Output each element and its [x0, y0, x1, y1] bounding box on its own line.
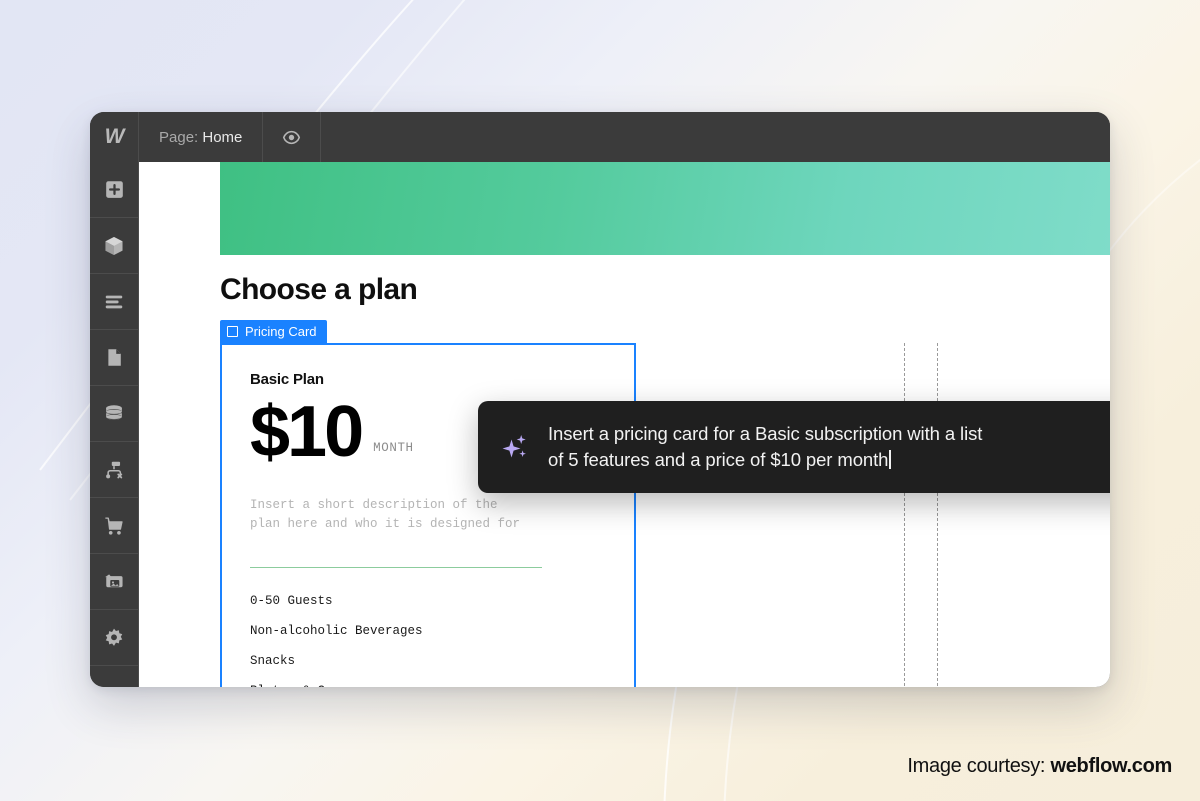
sidebar-item-cms[interactable]: [90, 386, 138, 442]
designer-topbar: W Page: Home: [90, 112, 1110, 162]
layout-guide-3: [937, 343, 938, 687]
eye-icon: [283, 130, 301, 144]
list-item: 0-50 Guests: [250, 594, 333, 609]
sidebar-item-add-elements[interactable]: [90, 162, 138, 218]
page-icon: [107, 349, 121, 366]
ai-prompt-line-1: Insert a pricing card for a Basic subscr…: [548, 422, 983, 444]
page-selector-button[interactable]: Page: Home: [139, 112, 264, 162]
sparkle-icon: [498, 430, 532, 464]
text-cursor: [889, 450, 891, 469]
gear-icon: [105, 628, 123, 646]
plan-period: MONTH: [373, 441, 414, 456]
attribution-prefix: Image courtesy:: [907, 755, 1046, 777]
cube-icon: [105, 236, 123, 255]
webflow-designer-window: W Page: Home Choose a plan Pricing Card …: [90, 112, 1110, 687]
image-stack-icon: [104, 574, 123, 588]
attribution: Image courtesy: webflow.com: [907, 755, 1172, 778]
sidebar-item-navigator[interactable]: [90, 274, 138, 330]
plan-name: Basic Plan: [250, 371, 324, 388]
page-label-prefix: Page:: [159, 128, 199, 146]
selection-badge-label: Pricing Card: [245, 324, 317, 339]
page-label: Page: Home: [159, 129, 242, 146]
list-item: Non-alcoholic Beverages: [250, 624, 423, 639]
sidebar-item-logic[interactable]: [90, 442, 138, 498]
ai-prompt-text: Insert a pricing card for a Basic subscr…: [548, 421, 982, 474]
preview-toggle-button[interactable]: [263, 112, 322, 162]
plan-price: $10: [250, 392, 364, 472]
plus-square-icon: [105, 181, 123, 198]
webflow-logo-button[interactable]: W: [90, 112, 139, 162]
sidebar-item-settings[interactable]: [90, 610, 138, 666]
designer-sidebar: [90, 162, 139, 687]
layers-icon: [105, 295, 123, 308]
flow-node-icon: [106, 461, 123, 478]
list-item: Plates & Cups: [250, 684, 606, 687]
card-divider: [250, 566, 542, 569]
layout-guide-2: [904, 343, 905, 687]
sidebar-item-components[interactable]: [90, 218, 138, 274]
sidebar-item-pages[interactable]: [90, 330, 138, 386]
attribution-source: webflow.com: [1050, 755, 1172, 777]
list-item: Snacks: [250, 654, 296, 669]
selection-badge-pricing-card[interactable]: Pricing Card: [220, 320, 327, 343]
pricing-card[interactable]: Basic Plan $10 MONTH Insert a short desc…: [220, 343, 636, 687]
sidebar-item-ecommerce[interactable]: [90, 498, 138, 554]
square-outline-icon: [227, 326, 238, 337]
feature-list: 0-50 Guests Non-alcoholic Beverages Snac…: [250, 594, 606, 687]
sidebar-item-assets[interactable]: [90, 554, 138, 610]
plan-description: Insert a short description of the plan h…: [250, 498, 521, 531]
ai-prompt-line-2-wrap: of 5 features and a price of $10 per mon…: [548, 447, 982, 473]
database-icon: [106, 404, 122, 420]
shopping-cart-icon: [105, 516, 123, 535]
page-heading: Choose a plan: [220, 273, 418, 306]
page-label-name: Home: [202, 128, 243, 146]
hero-banner[interactable]: [220, 162, 1110, 255]
ai-prompt-input[interactable]: Insert a pricing card for a Basic subscr…: [478, 401, 1110, 493]
ai-prompt-line-2: of 5 features and a price of $10 per mon…: [548, 449, 889, 470]
webflow-logo-icon: W: [104, 125, 125, 148]
